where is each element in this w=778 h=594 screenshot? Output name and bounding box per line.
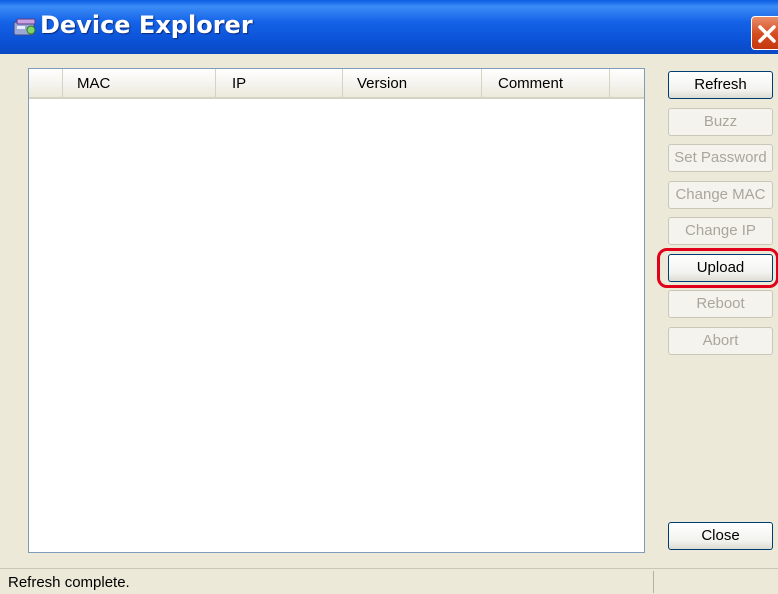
device-explorer-icon xyxy=(12,16,38,38)
status-text: Refresh complete. xyxy=(8,574,130,591)
column-header-ip[interactable]: IP xyxy=(216,69,343,97)
change-mac-button[interactable]: Change MAC xyxy=(668,181,773,209)
status-bar: Refresh complete. xyxy=(0,568,778,594)
device-explorer-window: Device Explorer MAC IP Version Comment R… xyxy=(0,0,778,594)
refresh-button[interactable]: Refresh xyxy=(668,71,773,99)
device-list-header: MAC IP Version Comment xyxy=(29,69,644,99)
change-ip-button[interactable]: Change IP xyxy=(668,217,773,245)
set-password-button[interactable]: Set Password xyxy=(668,144,773,172)
title-bar[interactable]: Device Explorer xyxy=(0,0,778,54)
close-icon xyxy=(758,25,776,43)
device-list[interactable]: MAC IP Version Comment xyxy=(28,68,645,553)
buzz-button[interactable]: Buzz xyxy=(668,108,773,136)
close-window-button[interactable] xyxy=(751,16,778,50)
status-bar-divider xyxy=(653,571,654,593)
column-header-version[interactable]: Version xyxy=(343,69,482,97)
column-header-comment[interactable]: Comment xyxy=(482,69,610,97)
column-header-spacer xyxy=(29,69,63,97)
close-button[interactable]: Close xyxy=(668,522,773,550)
reboot-button[interactable]: Reboot xyxy=(668,290,773,318)
column-header-mac[interactable]: MAC xyxy=(63,69,216,97)
window-title: Device Explorer xyxy=(40,11,253,39)
upload-highlight-circle xyxy=(657,248,778,288)
abort-button[interactable]: Abort xyxy=(668,327,773,355)
